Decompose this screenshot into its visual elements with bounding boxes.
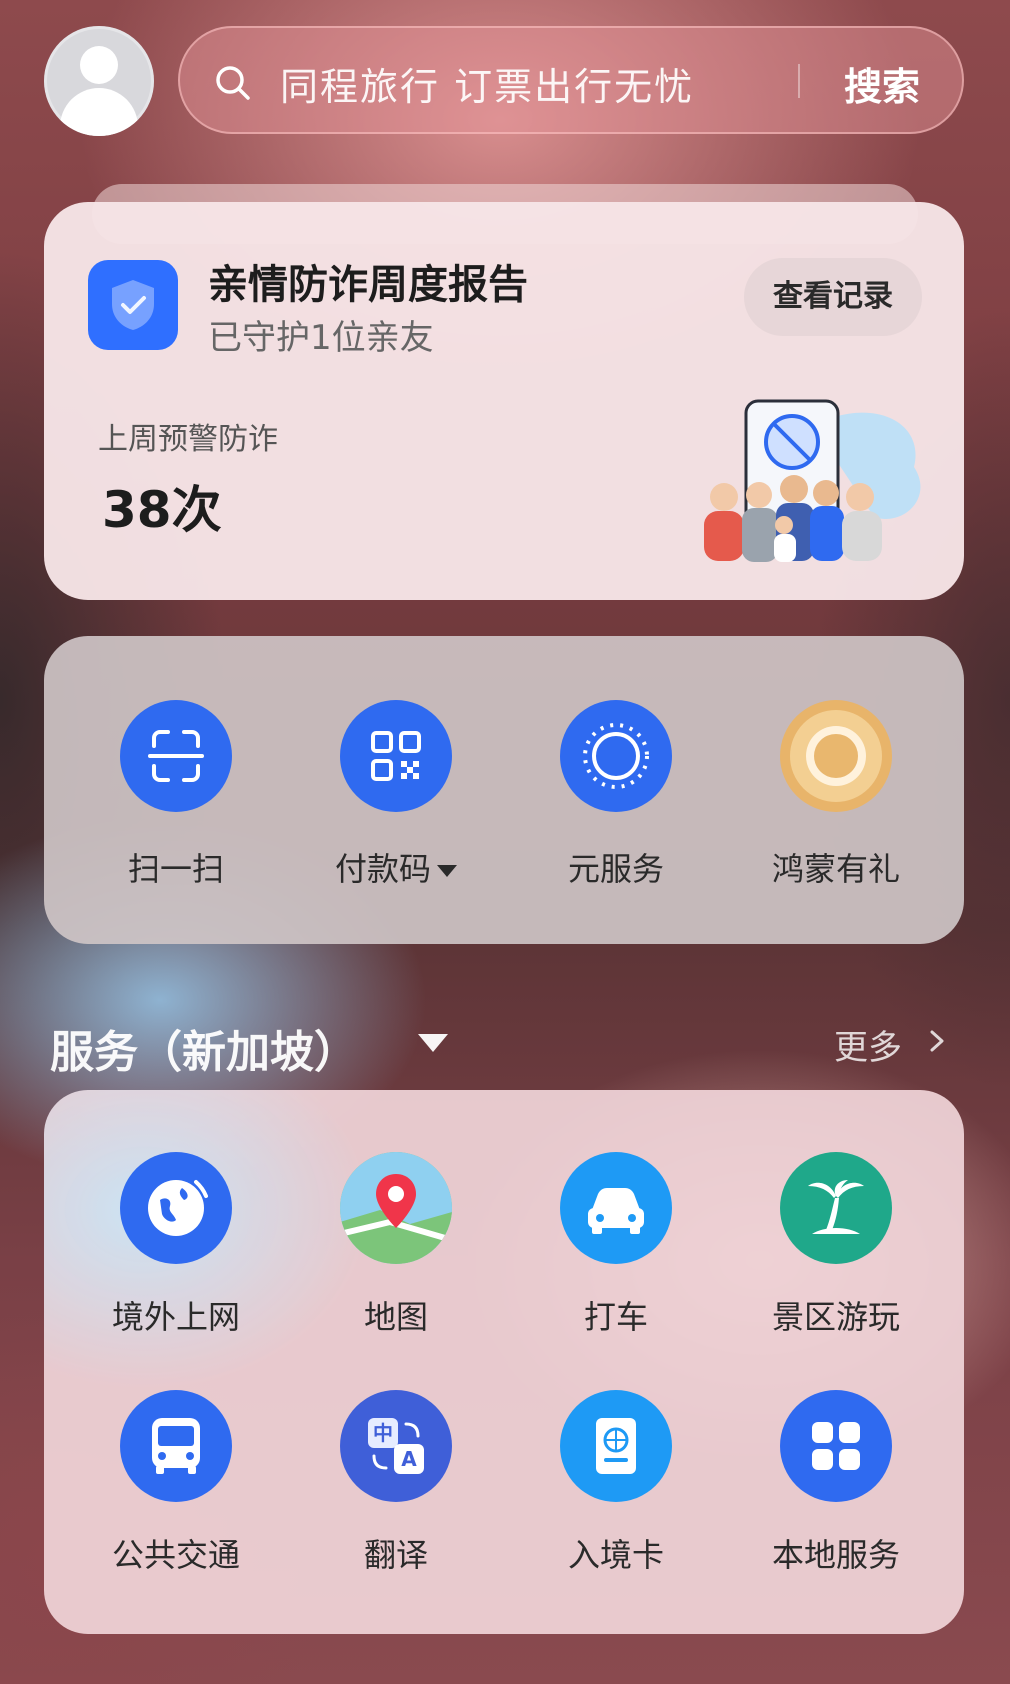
family-illustration [704, 399, 921, 562]
service-label: 本地服务 [771, 1536, 900, 1574]
report-title: 亲情防诈周度报告 [208, 262, 528, 308]
search-button[interactable]: 搜索 [844, 56, 920, 111]
bus-icon [120, 1390, 232, 1502]
chevron-down-icon [437, 865, 457, 877]
service-scenic-spots[interactable]: 景区游玩 [736, 1152, 936, 1338]
chevron-down-icon[interactable] [418, 1034, 448, 1052]
avatar-head [80, 46, 118, 84]
search-icon [216, 66, 250, 100]
action-label-text: 付款码 [334, 850, 431, 888]
action-harmony-gift[interactable]: 鸿蒙有礼 [736, 700, 936, 890]
search-bar[interactable]: 同程旅行 订票出行无忧 搜索 [178, 26, 964, 134]
atomic-service-icon [560, 700, 672, 812]
car-icon [560, 1152, 672, 1264]
shield-icon [88, 260, 178, 350]
more-link[interactable]: 更多 [834, 1020, 902, 1069]
service-local-services[interactable]: 本地服务 [736, 1390, 936, 1576]
globe-icon [120, 1152, 232, 1264]
warn-label: 上周预警防诈 [98, 422, 278, 457]
service-public-transport[interactable]: 公共交通 [76, 1390, 276, 1576]
service-label: 翻译 [363, 1536, 428, 1574]
service-overseas-internet[interactable]: 境外上网 [76, 1152, 276, 1338]
action-scan[interactable]: 扫一扫 [76, 700, 276, 890]
service-label: 打车 [583, 1298, 648, 1336]
user-avatar[interactable] [44, 26, 154, 136]
action-label: 鸿蒙有礼 [771, 850, 900, 888]
search-divider [798, 64, 800, 98]
grid-icon [780, 1390, 892, 1502]
quick-actions-card: 扫一扫 付款码 元服务 鸿蒙有礼 [44, 636, 964, 944]
gift-ring-icon [780, 700, 892, 812]
view-records-button[interactable]: 查看记录 [744, 258, 922, 336]
report-subtitle: 已守护1位亲友 [208, 318, 434, 358]
map-pin-icon [340, 1152, 452, 1264]
service-taxi[interactable]: 打车 [516, 1152, 716, 1338]
service-label: 地图 [363, 1298, 428, 1336]
action-label: 付款码 [296, 844, 496, 890]
action-label: 扫一扫 [127, 850, 224, 888]
service-arrival-card[interactable]: 入境卡 [516, 1390, 716, 1576]
services-title[interactable]: 服务（新加坡） [50, 1016, 358, 1080]
service-label: 境外上网 [111, 1298, 240, 1336]
service-label: 入境卡 [567, 1536, 664, 1574]
qr-code-icon [340, 700, 452, 812]
svg-text:A: A [401, 1447, 417, 1471]
services-card: 境外上网 地图 打车 景区游玩 公共交通 中 A 翻译 入境卡 本地服务 [44, 1090, 964, 1634]
search-placeholder[interactable]: 同程旅行 订票出行无忧 [280, 56, 694, 111]
scan-icon [120, 700, 232, 812]
palm-tree-icon [780, 1152, 892, 1264]
chevron-right-icon[interactable] [926, 1030, 948, 1052]
fraud-report-card[interactable]: 亲情防诈周度报告 已守护1位亲友 查看记录 上周预警防诈 38次 [44, 202, 964, 600]
warn-count: 38次 [102, 481, 222, 539]
service-label: 公共交通 [111, 1536, 240, 1574]
avatar-body [60, 88, 138, 136]
action-label: 元服务 [567, 850, 664, 888]
service-translate[interactable]: 中 A 翻译 [296, 1390, 496, 1576]
action-payment-code[interactable]: 付款码 [296, 700, 496, 890]
translate-icon: 中 A [340, 1390, 452, 1502]
service-label: 景区游玩 [771, 1298, 900, 1336]
passport-icon [560, 1390, 672, 1502]
action-atomic-service[interactable]: 元服务 [516, 700, 716, 890]
svg-text:中: 中 [373, 1421, 393, 1445]
service-map[interactable]: 地图 [296, 1152, 496, 1338]
